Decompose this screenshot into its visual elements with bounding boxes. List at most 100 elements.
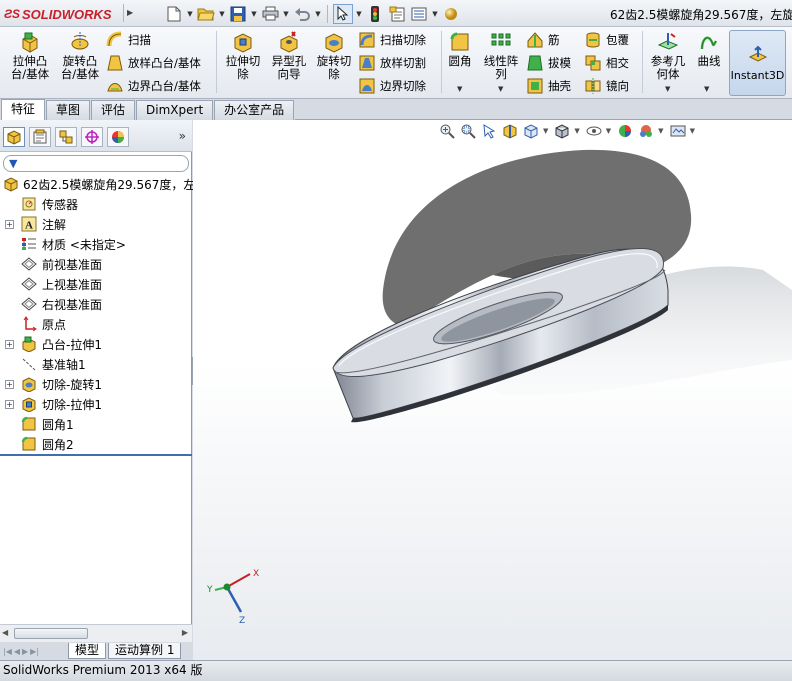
lofted-cut-button[interactable]: 放样切割 — [358, 53, 426, 73]
curves-dropdown[interactable]: ▼ — [704, 85, 709, 93]
printer-icon — [262, 6, 278, 21]
reference-geometry-button[interactable]: 参考几 何体 — [646, 31, 690, 81]
tab-model[interactable]: 模型 — [68, 643, 107, 659]
options-button[interactable] — [409, 4, 429, 24]
tree-item-origin[interactable]: 原点 — [0, 314, 192, 334]
mirror-button[interactable]: 镜向 — [584, 76, 629, 96]
traffic-light-icon — [371, 5, 379, 22]
curves-button[interactable]: 曲线 — [694, 31, 724, 68]
menu-expand-arrow[interactable]: ▶ — [123, 4, 137, 22]
rib-button[interactable]: 筋 — [526, 30, 560, 50]
revolve-boss-button[interactable]: 旋转凸 台/基体 — [57, 31, 103, 81]
tree-item-material[interactable]: 材质 <未指定> — [0, 234, 192, 254]
fillet-dropdown[interactable]: ▼ — [457, 85, 462, 93]
tree-item-sensors[interactable]: 传感器 — [0, 194, 192, 214]
linear-pattern-button[interactable]: 线性阵 列 — [480, 31, 522, 81]
hole-wizard-button[interactable]: 异型孔 向导 — [267, 31, 311, 81]
last-tab-icon[interactable]: ▶| — [30, 647, 39, 656]
new-document-button[interactable] — [164, 4, 184, 24]
boundary-boss-button[interactable]: 边界凸台/基体 — [106, 76, 201, 96]
gear-blank-model[interactable]: X Y Z — [193, 120, 792, 660]
display-manager-tab[interactable] — [107, 127, 129, 147]
boundary-boss-icon — [107, 83, 123, 92]
select-button[interactable] — [333, 3, 353, 24]
draft-button[interactable]: 拔模 — [526, 53, 571, 73]
scroll-right-arrow-icon[interactable]: ▶ — [182, 628, 188, 637]
open-button[interactable] — [196, 4, 216, 24]
tab-office-products[interactable]: 办公室产品 — [214, 100, 295, 120]
display-manager-icon — [112, 131, 124, 143]
tree-item-annotations[interactable]: + A 注解 — [0, 214, 192, 234]
first-tab-icon[interactable]: |◀ — [3, 647, 12, 656]
print-button[interactable] — [260, 4, 280, 24]
tree-item-front-plane[interactable]: 前视基准面 — [0, 254, 192, 274]
tree-item-cut-extrude1[interactable]: + 切除-拉伸1 — [0, 394, 192, 414]
rebuild-button[interactable] — [365, 4, 385, 24]
extrude-boss-button[interactable]: 拉伸凸 台/基体 — [8, 31, 52, 81]
tree-horizontal-scrollbar[interactable]: ◀ ▶ — [0, 624, 192, 642]
extrude-cut-button[interactable]: 拉伸切 除 — [222, 31, 264, 81]
new-dropdown[interactable]: ▼ — [186, 10, 194, 18]
property-manager-tab[interactable] — [29, 127, 51, 147]
print-dropdown[interactable]: ▼ — [282, 10, 290, 18]
loft-label: 放样凸台/基体 — [128, 56, 201, 70]
wrap-button[interactable]: 包覆 — [584, 30, 629, 50]
sweep-button[interactable]: 扫描 — [106, 30, 151, 50]
expand-toggle[interactable]: + — [5, 399, 14, 409]
tree-item-fillet2[interactable]: 圆角2 — [0, 434, 192, 454]
tree-item-label: 圆角2 — [42, 437, 74, 452]
tab-features[interactable]: 特征 — [1, 99, 46, 120]
select-dropdown[interactable]: ▼ — [355, 10, 363, 18]
tree-filter-field[interactable]: ▼ — [3, 155, 189, 172]
coordinate-triad: X Y Z — [206, 569, 259, 626]
fillet-button[interactable]: 圆角 — [446, 31, 474, 68]
scroll-left-arrow-icon[interactable]: ◀ — [2, 628, 8, 637]
save-button[interactable] — [228, 4, 248, 24]
tree-item-axis1[interactable]: 基准轴1 — [0, 354, 192, 374]
configuration-manager-tab[interactable] — [55, 127, 77, 147]
revolve-cut-button[interactable]: 旋转切 除 — [313, 31, 355, 81]
tree-item-fillet1[interactable]: 圆角1 — [0, 414, 192, 434]
tab-motion-study[interactable]: 运动算例 1 — [108, 643, 182, 659]
pattern-dropdown[interactable]: ▼ — [498, 85, 503, 93]
loft-button[interactable]: 放样凸台/基体 — [106, 53, 201, 73]
save-dropdown[interactable]: ▼ — [250, 10, 258, 18]
undo-dropdown[interactable]: ▼ — [314, 10, 322, 18]
dimxpert-manager-tab[interactable] — [81, 127, 103, 147]
undo-button[interactable] — [292, 4, 312, 24]
boundary-cut-button[interactable]: 边界切除 — [358, 76, 426, 96]
prev-tab-icon[interactable]: ◀ — [14, 647, 20, 656]
open-dropdown[interactable]: ▼ — [218, 10, 226, 18]
options-dropdown[interactable]: ▼ — [431, 10, 439, 18]
tree-item-boss-extrude1[interactable]: + 凸台-拉伸1 — [0, 334, 192, 354]
intersect-button[interactable]: 相交 — [584, 53, 629, 73]
instant3d-button[interactable]: Instant3D — [729, 30, 786, 96]
rollback-bar[interactable] — [0, 454, 192, 456]
tab-evaluate[interactable]: 评估 — [91, 100, 136, 120]
file-properties-button[interactable] — [387, 4, 407, 24]
sweep-icon — [106, 31, 122, 47]
intersect-label: 相交 — [606, 56, 629, 70]
graphics-viewport[interactable]: ▼ ▼ ▼ ▼ ▼ X Y Z — [193, 120, 792, 660]
tree-item-top-plane[interactable]: 上视基准面 — [0, 274, 192, 294]
more-tabs-chevron-icon[interactable]: » — [179, 129, 186, 143]
solidworks-logo[interactable]: ƧS SOLIDWORKS — [4, 5, 112, 23]
expand-toggle[interactable]: + — [5, 379, 14, 389]
tree-item-cut-revolve1[interactable]: + 切除-旋转1 — [0, 374, 192, 394]
property-manager-icon — [33, 129, 47, 144]
scroll-thumb[interactable] — [14, 628, 88, 639]
tree-item-right-plane[interactable]: 右视基准面 — [0, 294, 192, 314]
tree-item-label: 切除-拉伸1 — [42, 397, 102, 412]
next-tab-icon[interactable]: ▶ — [22, 647, 28, 656]
expand-toggle[interactable]: + — [5, 219, 14, 229]
expand-toggle[interactable]: + — [5, 339, 14, 349]
feature-manager-tab[interactable] — [3, 127, 25, 147]
reference-geometry-dropdown[interactable]: ▼ — [665, 85, 670, 93]
swept-cut-button[interactable]: 扫描切除 — [358, 30, 426, 50]
appearance-ball-button[interactable] — [441, 4, 461, 24]
tab-sketch[interactable]: 草图 — [46, 100, 91, 120]
tab-dimxpert[interactable]: DimXpert — [136, 100, 214, 120]
tree-root-part[interactable]: 62齿2.5模螺旋角29.567度，左 — [0, 174, 195, 194]
shell-button[interactable]: 抽壳 — [526, 76, 571, 96]
fillet-label: 圆角 — [448, 54, 472, 68]
